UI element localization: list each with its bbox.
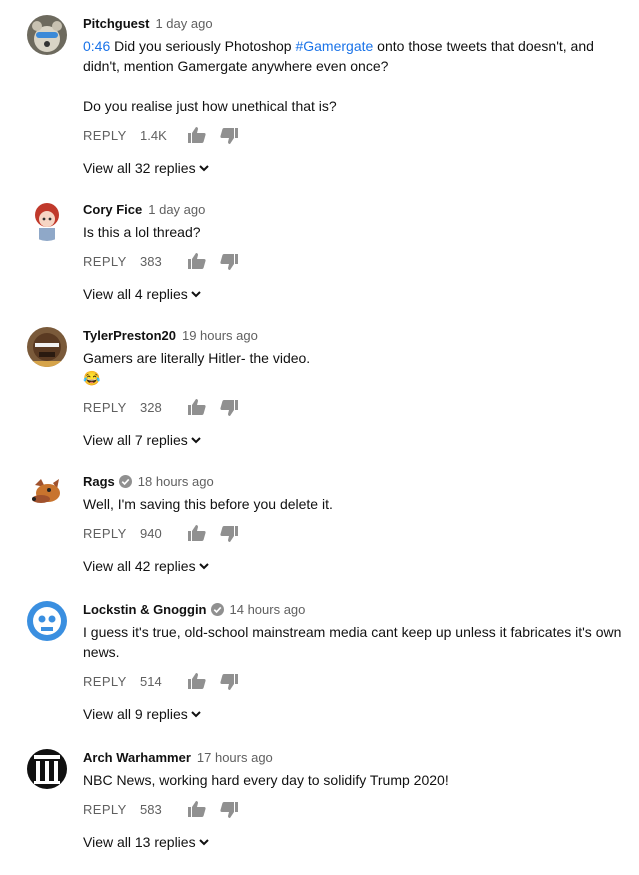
reply-button[interactable]: REPLY <box>83 254 127 269</box>
timestamp-link[interactable]: 0:46 <box>83 38 110 54</box>
comment-text: Well, I'm saving this before you delete … <box>83 496 333 512</box>
view-replies-button[interactable]: View all 42 replies <box>83 555 629 577</box>
reply-button[interactable]: REPLY <box>83 400 127 415</box>
avatar[interactable] <box>27 327 67 367</box>
view-replies-label: View all 9 replies <box>83 706 188 722</box>
thumbs-down-icon[interactable] <box>220 802 238 824</box>
comment-time[interactable]: 18 hours ago <box>138 474 214 489</box>
like-count: 328 <box>140 400 162 415</box>
like-count: 583 <box>140 802 162 817</box>
view-replies-button[interactable]: View all 13 replies <box>83 831 629 853</box>
like-count: 514 <box>140 674 162 689</box>
reply-button[interactable]: REPLY <box>83 128 127 143</box>
chevron-down-icon <box>190 704 202 726</box>
thumbs-down-icon[interactable] <box>220 254 238 276</box>
author-name[interactable]: Arch Warhammer <box>83 750 191 765</box>
thumbs-down-icon[interactable] <box>220 526 238 548</box>
avatar[interactable] <box>27 473 67 513</box>
comment-time[interactable]: 1 day ago <box>155 16 212 31</box>
comment-actions: REPLY 514 <box>83 672 629 692</box>
reply-button[interactable]: REPLY <box>83 674 127 689</box>
comment-time[interactable]: 19 hours ago <box>182 328 258 343</box>
view-replies-label: View all 4 replies <box>83 286 188 302</box>
author-name[interactable]: Rags <box>83 474 115 489</box>
chevron-down-icon <box>198 556 210 578</box>
verified-icon <box>210 603 224 621</box>
comment-actions: REPLY 328 <box>83 398 629 418</box>
comment-actions: REPLY 583 <box>83 800 629 820</box>
view-replies-button[interactable]: View all 32 replies <box>83 157 629 179</box>
author-name[interactable]: Cory Fice <box>83 202 142 217</box>
avatar[interactable] <box>27 15 67 55</box>
reply-button[interactable]: REPLY <box>83 802 127 817</box>
comment-actions: REPLY 1.4K <box>83 126 629 146</box>
comment-actions: REPLY 940 <box>83 524 629 544</box>
comment-text: 0:46 Did you seriously Photoshop #Gamerg… <box>83 36 629 116</box>
comment-actions: REPLY 383 <box>83 252 629 272</box>
comment-text-part: Did you seriously Photoshop <box>110 38 296 54</box>
thumbs-up-icon[interactable] <box>188 253 206 275</box>
verified-icon <box>118 475 132 493</box>
hashtag-link[interactable]: #Gamergate <box>295 38 373 54</box>
like-count: 940 <box>140 526 162 541</box>
avatar[interactable] <box>27 201 67 241</box>
avatar[interactable] <box>27 601 67 641</box>
author-name[interactable]: TylerPreston20 <box>83 328 176 343</box>
thumbs-up-icon[interactable] <box>188 525 206 547</box>
comment-text: Is this a lol thread? <box>83 224 201 240</box>
view-replies-label: View all 13 replies <box>83 834 196 850</box>
comment-text: NBC News, working hard every day to soli… <box>83 772 449 788</box>
comment-text: Gamers are literally Hitler- the video. … <box>83 350 311 386</box>
chevron-down-icon <box>198 832 210 854</box>
author-name[interactable]: Pitchguest <box>83 16 149 31</box>
view-replies-label: View all 32 replies <box>83 160 196 176</box>
comment-time[interactable]: 1 day ago <box>148 202 205 217</box>
view-replies-label: View all 42 replies <box>83 558 196 574</box>
view-replies-button[interactable]: View all 4 replies <box>83 283 629 305</box>
thumbs-down-icon[interactable] <box>220 400 238 422</box>
comment-time[interactable]: 14 hours ago <box>230 602 306 617</box>
like-count: 383 <box>140 254 162 269</box>
thumbs-up-icon[interactable] <box>188 673 206 695</box>
comment-text: I guess it's true, old-school mainstream… <box>83 624 622 660</box>
thumbs-down-icon[interactable] <box>220 674 238 696</box>
like-count: 1.4K <box>140 128 167 143</box>
thumbs-up-icon[interactable] <box>188 801 206 823</box>
chevron-down-icon <box>190 284 202 306</box>
thumbs-up-icon[interactable] <box>188 127 206 149</box>
comment-time[interactable]: 17 hours ago <box>197 750 273 765</box>
chevron-down-icon <box>198 158 210 180</box>
reply-button[interactable]: REPLY <box>83 526 127 541</box>
thumbs-down-icon[interactable] <box>220 128 238 150</box>
thumbs-up-icon[interactable] <box>188 399 206 421</box>
author-name[interactable]: Lockstin & Gnoggin <box>83 602 207 617</box>
view-replies-label: View all 7 replies <box>83 432 188 448</box>
view-replies-button[interactable]: View all 9 replies <box>83 703 629 725</box>
chevron-down-icon <box>190 430 202 452</box>
view-replies-button[interactable]: View all 7 replies <box>83 429 629 451</box>
avatar[interactable] <box>27 749 67 789</box>
